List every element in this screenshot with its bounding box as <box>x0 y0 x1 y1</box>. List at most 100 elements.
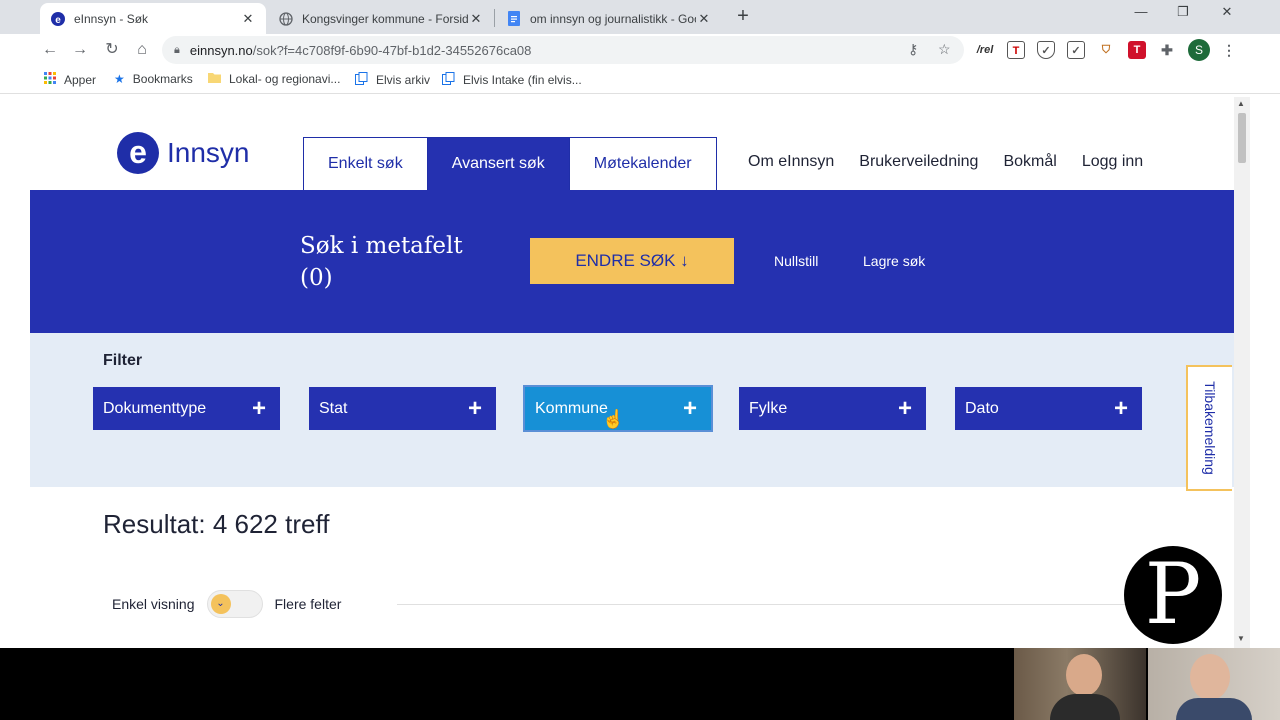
tab-einnsyn[interactable]: e eInnsyn - Søk ✕ <box>40 3 266 34</box>
chevron-down-icon: ⌄ <box>210 594 231 614</box>
link-language[interactable]: Bokmål <box>1003 153 1056 171</box>
nullstill-link[interactable]: Nullstill <box>774 253 818 269</box>
close-icon[interactable]: ✕ <box>696 11 712 27</box>
apps-grid-icon <box>44 72 56 87</box>
lock-icon: 🔒︎ <box>174 43 180 56</box>
new-tab-plus-icon[interactable]: + <box>733 5 753 27</box>
plus-icon: + <box>897 394 912 422</box>
logo-word: Innsyn <box>167 137 250 168</box>
toggle-left-label: Enkel visning <box>112 596 195 612</box>
scroll-down-icon[interactable]: ▼ <box>1237 634 1245 643</box>
plus-icon: + <box>1113 394 1128 422</box>
logo-circle: e <box>117 132 159 174</box>
browser-window: e eInnsyn - Søk ✕ Kongsvinger kommune - … <box>0 0 1280 648</box>
filter-button-label: Dokumenttype <box>103 399 207 417</box>
bookmark-page-icon <box>355 72 368 88</box>
link-om-einnsyn[interactable]: Om eInnsyn <box>748 153 834 171</box>
person-face <box>1066 654 1102 696</box>
filter-button-label: Fylke <box>749 399 788 417</box>
folder-icon <box>208 72 221 86</box>
svg-text:e: e <box>55 15 61 26</box>
search-heading-count: (0) <box>300 265 333 291</box>
hand-cursor-icon: ☝ <box>602 409 625 429</box>
restore-icon[interactable]: ❐ <box>1168 4 1198 20</box>
close-icon[interactable]: ✕ <box>240 11 256 27</box>
bookmark-elvis-arkiv[interactable]: Elvis arkiv <box>355 72 430 88</box>
scrollbar-thumb[interactable] <box>1238 113 1246 163</box>
view-toggle-row: Enkel visning ⌄ Flere felter <box>112 590 341 618</box>
feedback-label: Tilbakemelding <box>1202 381 1218 475</box>
bookmark-label: Apper <box>64 72 97 87</box>
divider <box>397 604 1167 605</box>
filter-fylke-button[interactable]: Fylke + <box>739 387 926 430</box>
close-window-icon[interactable]: ✕ <box>1212 4 1242 20</box>
tab-title: Kongsvinger kommune - Forside <box>302 11 468 26</box>
plus-icon: + <box>682 394 697 422</box>
docs-icon <box>506 11 522 27</box>
search-band: Søk i metafelt (0) ENDRE SØK ↓ Nullstill… <box>30 190 1234 333</box>
webcam-thumbnail-1 <box>1014 648 1146 720</box>
pocket-icon[interactable]: ✓ <box>1037 41 1055 59</box>
search-mode-tabs: Enkelt søk Avansert søk Møtekalender <box>303 137 717 190</box>
endre-sok-button[interactable]: ENDRE SØK ↓ <box>530 238 734 284</box>
tab-motekalender[interactable]: Møtekalender <box>568 138 716 190</box>
person-face <box>1190 654 1230 700</box>
close-icon[interactable]: ✕ <box>468 11 484 27</box>
page-scrollbar[interactable]: ▲ ▼ <box>1234 97 1250 648</box>
key-icon[interactable]: ⚷ <box>908 41 918 58</box>
bookmark-page-icon <box>442 72 455 88</box>
lagre-sok-link[interactable]: Lagre søk <box>863 253 925 269</box>
t-extension-icon[interactable]: T <box>1007 41 1025 59</box>
filter-dokumenttype-button[interactable]: Dokumenttype + <box>93 387 280 430</box>
menu-dots-icon[interactable]: ⋮ <box>1220 41 1238 59</box>
bookmark-lokal[interactable]: Lokal- og regionavi... <box>208 72 340 86</box>
checkbox-extension-icon[interactable]: ✓ <box>1067 41 1085 59</box>
filter-button-label: Stat <box>319 399 348 417</box>
tab-strip: e eInnsyn - Søk ✕ Kongsvinger kommune - … <box>0 0 1280 34</box>
home-icon[interactable]: ⌂ <box>130 38 154 62</box>
url-domain: einnsyn.no <box>189 42 253 58</box>
filter-dato-button[interactable]: Dato + <box>955 387 1142 430</box>
address-bar[interactable]: 🔒︎ einnsyn.no/sok?f=4c708f9f-6b90-47bf-b… <box>162 36 964 64</box>
url-path: /sok?f=4c708f9f-6b90-47bf-b1d2-34552676c… <box>252 42 532 58</box>
link-logg-inn[interactable]: Logg inn <box>1082 153 1143 171</box>
bookmark-label: Lokal- og regionavi... <box>229 72 341 86</box>
bookmark-elvis-intake[interactable]: Elvis Intake (fin elvis... <box>442 72 582 88</box>
toggle-right-label: Flere felter <box>274 596 342 612</box>
tab-kongsvinger[interactable]: Kongsvinger kommune - Forside ✕ <box>268 3 494 34</box>
rel-extension-icon[interactable]: /rel <box>976 41 994 59</box>
bookmark-label: Elvis arkiv <box>376 73 431 87</box>
tab-enkelt-sok[interactable]: Enkelt søk <box>304 138 427 190</box>
bookmarks-bar: Apper ★ Bookmarks Lokal- og regionavi...… <box>0 66 1280 94</box>
bookmark-label: Bookmarks <box>132 72 193 86</box>
einnsyn-favicon-icon: e <box>50 11 66 27</box>
filter-stat-button[interactable]: Stat + <box>309 387 496 430</box>
browser-toolbar: ← → ↻ ⌂ 🔒︎ einnsyn.no/sok?f=4c708f9f-6b9… <box>0 34 1280 66</box>
bookmark-bookmarks[interactable]: ★ Bookmarks <box>114 72 193 86</box>
filter-button-label: Kommune <box>535 399 608 417</box>
extensions-puzzle-icon[interactable]: ✚ <box>1158 41 1176 59</box>
tab-avansert-sok[interactable]: Avansert søk <box>426 138 569 190</box>
page-viewport: e Innsyn Enkelt søk Avansert søk Møtekal… <box>30 97 1234 648</box>
star-bookmark-icon[interactable]: ☆ <box>938 41 951 58</box>
shield-extension-icon[interactable]: ⛉ <box>1097 41 1115 59</box>
profile-avatar[interactable]: S <box>1188 39 1210 61</box>
back-arrow-icon[interactable]: ← <box>38 38 62 62</box>
reload-icon[interactable]: ↻ <box>100 38 124 62</box>
search-heading: Søk i metafelt (0) <box>300 230 500 294</box>
tilbakemelding-tab[interactable]: Tilbakemelding <box>1186 365 1232 491</box>
red-t-extension-icon[interactable]: T <box>1128 41 1146 59</box>
bookmark-apper[interactable]: Apper <box>44 72 96 87</box>
minimize-icon[interactable]: — <box>1126 4 1156 19</box>
globe-icon <box>278 11 294 27</box>
forward-arrow-icon[interactable]: → <box>68 38 92 62</box>
search-heading-line1: Søk i metafelt <box>300 233 463 259</box>
p-watermark-logo: P <box>1124 546 1222 644</box>
einnsyn-logo[interactable]: e Innsyn <box>117 132 250 174</box>
view-toggle-switch[interactable]: ⌄ <box>206 590 263 618</box>
link-brukerveiledning[interactable]: Brukerveiledning <box>859 153 978 171</box>
scroll-up-icon[interactable]: ▲ <box>1237 99 1245 108</box>
webcam-thumbnail-2 <box>1148 648 1280 720</box>
tab-docs[interactable]: om innsyn og journalistikk - Goo ✕ <box>496 3 722 34</box>
top-links: Om eInnsyn Brukerveiledning Bokmål Logg … <box>748 153 1168 171</box>
